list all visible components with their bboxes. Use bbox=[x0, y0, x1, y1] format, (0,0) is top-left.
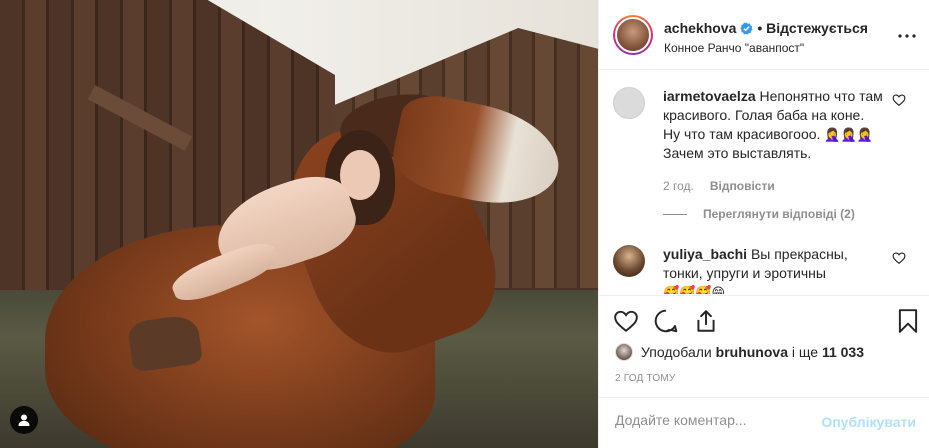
comment-text: iarmetovaelza Непонятно что там красивог… bbox=[663, 87, 883, 163]
comment-meta: 2 год. Відповісти bbox=[663, 179, 914, 193]
publish-button[interactable]: Опублікувати bbox=[821, 414, 916, 430]
comment-emoji: 🥰🥰🥰😁 bbox=[663, 285, 726, 294]
post-header: achekhova • Відстежується Конное Ранчо "… bbox=[599, 0, 929, 70]
more-options-button[interactable] bbox=[897, 26, 917, 46]
post-time[interactable]: 2 ГОД ТОМУ bbox=[615, 373, 675, 384]
liker-username[interactable]: bruhunova bbox=[716, 344, 788, 360]
like-heart-icon[interactable] bbox=[613, 308, 639, 334]
author-username[interactable]: achekhova bbox=[664, 20, 736, 36]
share-icon[interactable] bbox=[693, 308, 719, 334]
comment-username[interactable]: iarmetovaelza bbox=[663, 88, 756, 104]
comment-username[interactable]: yuliya_bachi bbox=[663, 246, 747, 262]
post-location[interactable]: Конное Ранчо "аванпост" bbox=[664, 41, 804, 55]
comment-like-heart-icon[interactable] bbox=[892, 93, 906, 107]
likes-summary: Уподобали bruhunova і ще 11 033 bbox=[615, 343, 864, 361]
tagged-accounts-button[interactable] bbox=[10, 406, 38, 434]
likes-count[interactable]: 11 033 bbox=[822, 344, 864, 360]
action-bar bbox=[599, 295, 929, 347]
comment-time[interactable]: 2 год. bbox=[663, 179, 694, 193]
view-replies-button[interactable]: Переглянути відповіді (2) bbox=[663, 207, 914, 221]
commenter-avatar[interactable] bbox=[613, 245, 645, 277]
more-icon bbox=[898, 34, 916, 38]
comment-item: iarmetovaelza Непонятно что там красивог… bbox=[599, 71, 929, 221]
replies-dash bbox=[663, 213, 687, 215]
bookmark-icon[interactable] bbox=[895, 308, 921, 334]
follow-status[interactable]: • Відстежується bbox=[757, 20, 868, 36]
liker-avatar[interactable] bbox=[615, 343, 633, 361]
comment-item: yuliya_bachi Вы прекрасны, тонки, упруги… bbox=[599, 221, 929, 294]
comment-bubble-icon[interactable] bbox=[653, 308, 679, 334]
comment-body-end: Зачем это выставлять. bbox=[663, 145, 812, 161]
likes-prefix: Уподобали bbox=[641, 344, 712, 360]
comment-like-heart-icon[interactable] bbox=[892, 251, 906, 265]
post-photo[interactable] bbox=[0, 0, 598, 448]
verified-badge-icon bbox=[740, 21, 753, 35]
add-comment-bar: Опублікувати bbox=[599, 397, 929, 448]
user-icon bbox=[18, 414, 30, 426]
author-line: achekhova • Відстежується bbox=[664, 20, 868, 36]
photo-boot bbox=[126, 313, 204, 373]
reply-button[interactable]: Відповісти bbox=[710, 179, 775, 193]
comment-emoji: 🤦‍♀️🤦‍♀️🤦‍♀️ bbox=[824, 127, 873, 142]
comment-text: yuliya_bachi Вы прекрасны, тонки, упруги… bbox=[663, 245, 883, 294]
post-sidebar: achekhova • Відстежується Конное Ранчо "… bbox=[598, 0, 929, 448]
comment-input[interactable] bbox=[615, 412, 815, 428]
likes-middle: і ще bbox=[791, 344, 819, 360]
author-avatar[interactable] bbox=[613, 15, 653, 55]
comments-list[interactable]: iarmetovaelza Непонятно что там красивог… bbox=[599, 71, 929, 294]
author-avatar-image bbox=[615, 17, 651, 53]
view-replies-label: Переглянути відповіді (2) bbox=[703, 207, 855, 221]
commenter-avatar[interactable] bbox=[613, 87, 645, 119]
